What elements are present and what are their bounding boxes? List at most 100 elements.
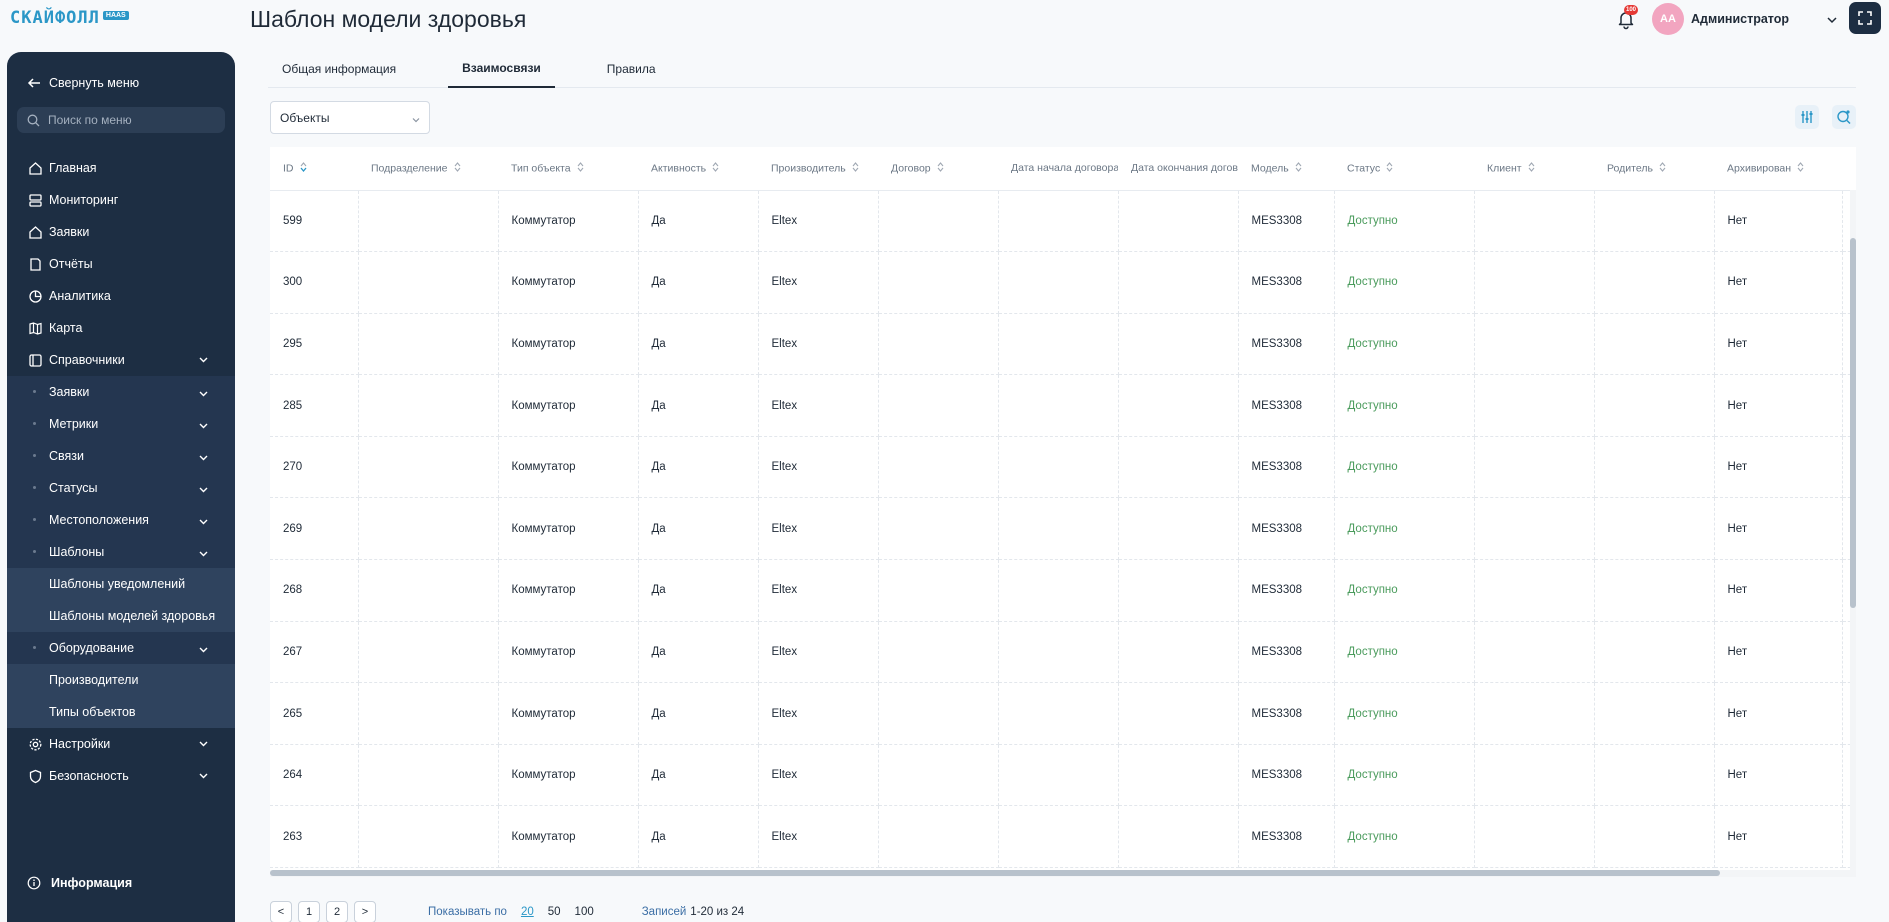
per-page-option-100[interactable]: 100 — [575, 906, 594, 918]
page-button-2[interactable]: 2 — [326, 901, 348, 922]
sidebar-sub-metrics[interactable]: Метрики — [7, 408, 235, 440]
logo[interactable]: СКАЙФОЛЛ HAAS — [10, 8, 129, 28]
sidebar-sub-locations[interactable]: Местоположения — [7, 504, 235, 536]
column-header-status[interactable]: Статус — [1334, 147, 1474, 191]
bullet-icon — [33, 550, 36, 553]
sidebar-item-reports[interactable]: Отчёты — [7, 248, 235, 280]
sidebar-leaf-notification-templates[interactable]: Шаблоны уведомлений — [7, 568, 235, 600]
table-cell: Нет — [1714, 497, 1843, 561]
column-header-client[interactable]: Клиент — [1474, 147, 1594, 191]
sidebar-item-requests[interactable]: Заявки — [7, 216, 235, 248]
horizontal-scrollbar-thumb[interactable] — [270, 870, 1720, 876]
sidebar-sub-templates[interactable]: Шаблоны — [7, 536, 235, 568]
tab-relations[interactable]: Взаимосвязи — [448, 50, 555, 88]
column-header-object-type[interactable]: Тип объекта — [498, 147, 638, 191]
sidebar-item-analytics[interactable]: Аналитика — [7, 280, 235, 312]
sidebar-item-settings[interactable]: Настройки — [7, 728, 235, 760]
column-header-department[interactable]: Подразделение — [358, 147, 498, 191]
sidebar-item-monitoring[interactable]: Мониторинг — [7, 184, 235, 216]
notifications-badge: 100 — [1624, 5, 1639, 15]
table-cell: Да — [638, 251, 759, 314]
column-header-contract-start[interactable]: Дата начала договора — [998, 147, 1118, 191]
per-page-option-20[interactable]: 20 — [521, 906, 534, 918]
table-cell: 285 — [270, 374, 359, 437]
chevron-down-icon[interactable] — [1826, 13, 1838, 31]
prev-page-button[interactable]: < — [270, 901, 292, 922]
sidebar-item-map[interactable]: Карта — [7, 312, 235, 344]
table-cell — [878, 251, 999, 314]
object-type-select[interactable]: Объекты — [270, 101, 430, 134]
table-cell: Нет — [1714, 805, 1843, 869]
column-settings-button[interactable] — [1795, 105, 1819, 129]
table-row[interactable]: 599КоммутаторДаEltexMES3308ДоступноНетL … — [270, 190, 1856, 253]
horizontal-scrollbar[interactable] — [270, 870, 1856, 877]
search-table-button[interactable] — [1832, 105, 1856, 129]
sidebar-sub-label: Метрики — [49, 417, 99, 431]
info-button[interactable]: Информация — [27, 876, 132, 890]
username[interactable]: Администратор — [1691, 12, 1789, 26]
table-cell: MES3308 — [1238, 805, 1335, 869]
collapse-menu-button[interactable]: Свернуть меню — [27, 76, 139, 90]
vertical-scrollbar-thumb[interactable] — [1850, 238, 1856, 608]
table-cell: Да — [638, 374, 759, 437]
sidebar-item-security[interactable]: Безопасность — [7, 760, 235, 792]
table-row[interactable]: 267КоммутаторДаEltexMES3308ДоступноНетL … — [270, 621, 1856, 684]
sidebar-item-label: Настройки — [49, 737, 111, 751]
table-cell: MES3308 — [1238, 682, 1335, 745]
table-row[interactable]: 300КоммутаторДаEltexMES3308ДоступноНетL … — [270, 251, 1856, 314]
table-cell: Доступно — [1334, 497, 1475, 561]
sidebar-leaf-vendors[interactable]: Производители — [7, 664, 235, 696]
table-cell — [358, 436, 499, 499]
table-cell: MES3308 — [1238, 744, 1335, 807]
table-row[interactable]: 268КоммутаторДаEltexMES3308ДоступноНетL … — [270, 559, 1856, 622]
sidebar-leaf-object-types[interactable]: Типы объектов — [7, 696, 235, 728]
table-cell — [878, 682, 999, 745]
sidebar-sub-links[interactable]: Связи — [7, 440, 235, 472]
column-header-contract-end[interactable]: Дата окончания догов — [1118, 147, 1238, 191]
table-cell: Доступно — [1334, 190, 1475, 253]
table-row[interactable]: 263КоммутаторДаEltexMES3308ДоступноНетL … — [270, 805, 1856, 869]
sidebar: Свернуть меню Главная Мониторинг Заявки … — [7, 52, 235, 922]
table-row[interactable]: 295КоммутаторДаEltexMES3308ДоступноНетL … — [270, 313, 1856, 376]
table-row[interactable]: 265КоммутаторДаEltexMES3308ДоступноНетL … — [270, 682, 1856, 745]
table-body: 599КоммутаторДаEltexMES3308ДоступноНетL … — [270, 190, 1856, 869]
table-row[interactable]: 270КоммутаторДаEltexMES3308ДоступноНетL … — [270, 436, 1856, 499]
table-cell: 267 — [270, 621, 359, 684]
column-header-contract[interactable]: Договор — [878, 147, 998, 191]
column-header-archived[interactable]: Архивирован — [1714, 147, 1842, 191]
per-page-option-50[interactable]: 50 — [548, 906, 561, 918]
tab-general[interactable]: Общая информация — [268, 50, 410, 88]
column-header-vendor[interactable]: Производитель — [758, 147, 878, 191]
table-cell — [1594, 374, 1715, 437]
page-button-1[interactable]: 1 — [298, 901, 320, 922]
menu-search-input[interactable] — [48, 113, 208, 127]
column-header-id[interactable]: ID — [270, 147, 358, 191]
chevron-down-icon — [198, 548, 209, 562]
info-icon — [27, 876, 41, 890]
table-row[interactable]: 269КоммутаторДаEltexMES3308ДоступноНетL … — [270, 497, 1856, 561]
fullscreen-button[interactable] — [1849, 2, 1881, 34]
column-header-model[interactable]: Модель — [1238, 147, 1334, 191]
sidebar-sub-statuses[interactable]: Статусы — [7, 472, 235, 504]
table-cell — [1474, 621, 1595, 684]
column-header-activity[interactable]: Активность — [638, 147, 758, 191]
menu-search[interactable] — [17, 107, 225, 133]
sort-icon — [1528, 161, 1535, 175]
sidebar-item-references[interactable]: Справочники — [7, 344, 235, 376]
table-cell — [1118, 497, 1239, 561]
logo-tag: HAAS — [102, 10, 129, 20]
sidebar-sub-equipment[interactable]: Оборудование — [7, 632, 235, 664]
sidebar-leaf-health-model-templates[interactable]: Шаблоны моделей здоровья — [7, 600, 235, 632]
tab-rules[interactable]: Правила — [593, 50, 670, 88]
column-header-parent[interactable]: Родитель — [1594, 147, 1714, 191]
table-cell: Доступно — [1334, 251, 1475, 314]
table-cell — [1118, 682, 1239, 745]
table-row[interactable]: 264КоммутаторДаEltexMES3308ДоступноНетL … — [270, 744, 1856, 807]
sidebar-item-home[interactable]: Главная — [7, 152, 235, 184]
avatar[interactable]: AA — [1652, 3, 1684, 35]
table-row[interactable]: 285КоммутаторДаEltexMES3308ДоступноНетL … — [270, 374, 1856, 437]
sidebar-sub-requests[interactable]: Заявки — [7, 376, 235, 408]
next-page-button[interactable]: > — [354, 901, 376, 922]
sidebar-leaf-label: Шаблоны моделей здоровья — [49, 609, 216, 623]
vertical-scrollbar[interactable] — [1850, 190, 1856, 877]
